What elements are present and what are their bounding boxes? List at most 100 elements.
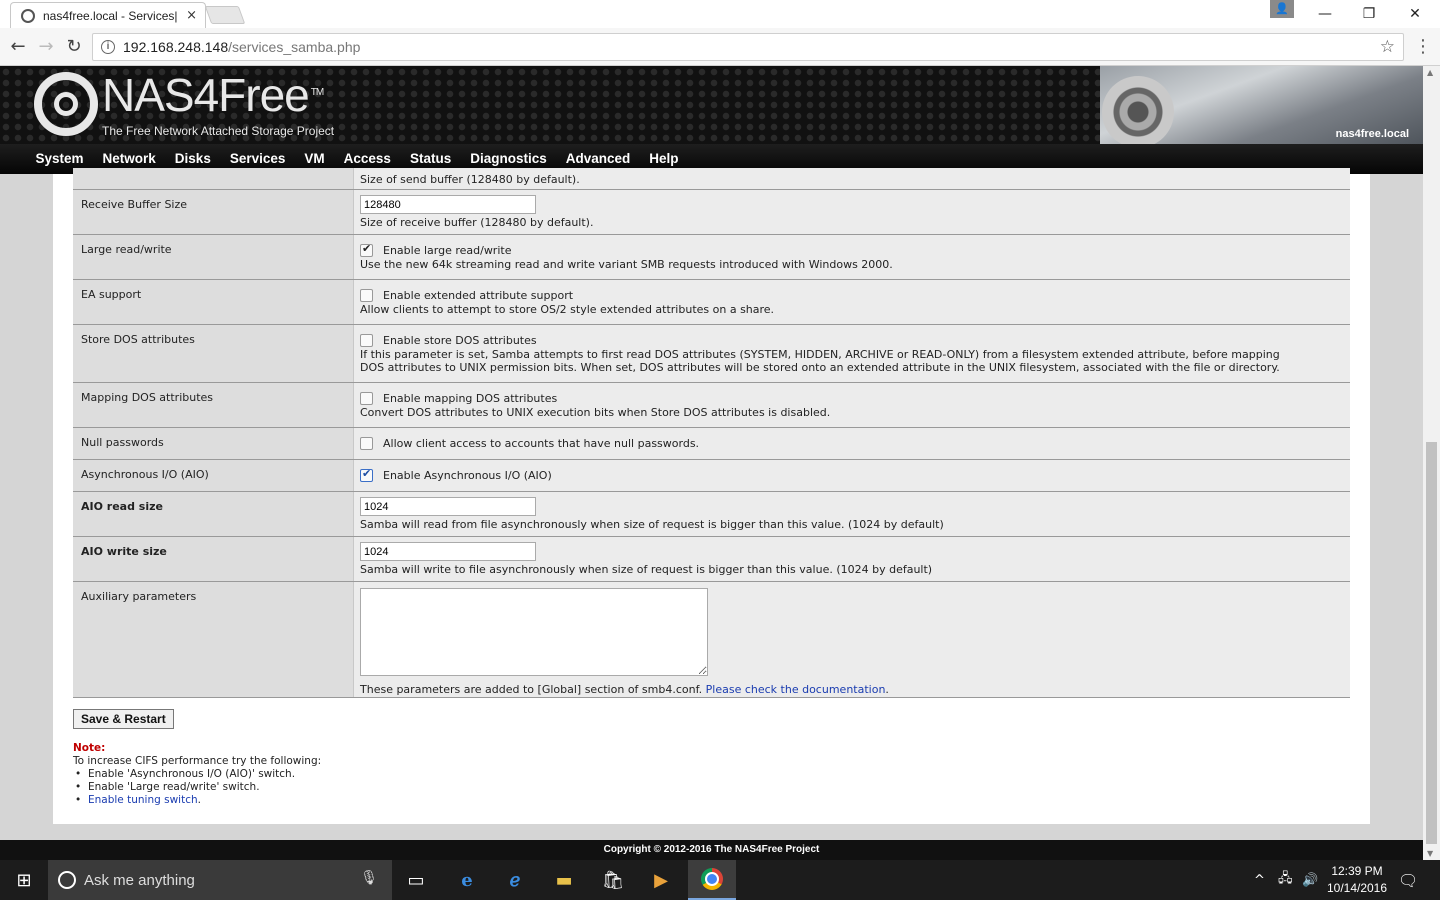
map-dos-checkbox[interactable] xyxy=(360,392,373,405)
null-pw-row: Null passwords Allow client access to ac… xyxy=(73,428,1350,460)
recv-buffer-desc: Size of receive buffer (128480 by defaul… xyxy=(360,216,594,229)
hostname-label: nas4free.local xyxy=(1335,128,1409,140)
aio-write-input[interactable] xyxy=(360,542,536,561)
aio-read-desc: Samba will read from file asynchronously… xyxy=(360,518,944,531)
screen: nas4free.local - Services| × 👤 — ❐ ✕ ← →… xyxy=(0,0,1440,900)
large-rw-row: Large read/write Enable large read/write… xyxy=(73,235,1350,280)
network-icon[interactable]: 🖧 xyxy=(1278,860,1293,900)
aio-row: Asynchronous I/O (AIO) Enable Asynchrono… xyxy=(73,460,1350,492)
store-dos-label: Store DOS attributes xyxy=(73,325,354,382)
map-dos-checkbox-label: Enable mapping DOS attributes xyxy=(383,392,558,405)
note-intro: To increase CIFS performance try the fol… xyxy=(73,755,322,767)
large-rw-label: Large read/write xyxy=(73,235,354,279)
forward-arrow-icon[interactable]: → xyxy=(35,36,57,58)
search-placeholder: Ask me anything xyxy=(84,871,195,889)
cortana-search-box[interactable]: Ask me anything 🎙 xyxy=(48,860,392,900)
tuning-switch-link[interactable]: Enable tuning switch xyxy=(88,794,198,806)
new-tab-button[interactable] xyxy=(204,6,246,24)
media-player-icon[interactable]: ▶ xyxy=(637,860,685,900)
recv-buffer-row: Receive Buffer Size Size of receive buff… xyxy=(73,190,1350,235)
edge-browser-icon[interactable]: e xyxy=(443,860,491,900)
aio-checkbox-label: Enable Asynchronous I/O (AIO) xyxy=(383,469,552,482)
taskbar-clock[interactable]: 12:39 PM 10/14/2016 xyxy=(1322,863,1392,897)
back-arrow-icon[interactable]: ← xyxy=(7,36,29,58)
file-explorer-icon[interactable]: ▬ xyxy=(540,860,588,900)
aio-write-desc: Samba will write to file asynchronously … xyxy=(360,563,933,576)
tab-title: nas4free.local - Services| xyxy=(43,8,178,23)
store-dos-desc: If this parameter is set, Samba attempts… xyxy=(360,348,1280,374)
scroll-down-icon[interactable]: ▼ xyxy=(1427,849,1433,858)
aio-label: Asynchronous I/O (AIO) xyxy=(73,460,354,491)
ea-support-row: EA support Enable extended attribute sup… xyxy=(73,280,1350,325)
aio-read-input[interactable] xyxy=(360,497,536,516)
scroll-up-icon[interactable]: ▲ xyxy=(1427,68,1433,77)
large-rw-desc: Use the new 64k streaming read and write… xyxy=(360,258,893,271)
bookmark-star-icon[interactable]: ☆ xyxy=(1380,37,1395,57)
profile-icon[interactable]: 👤 xyxy=(1270,0,1294,18)
recv-buffer-label: Receive Buffer Size xyxy=(73,190,354,234)
aux-label: Auxiliary parameters xyxy=(73,582,354,697)
volume-icon[interactable]: 🔊 xyxy=(1302,860,1318,900)
site-info-icon[interactable]: i xyxy=(101,40,115,54)
ea-support-checkbox[interactable] xyxy=(360,289,373,302)
content-panel: Size of send buffer (128480 by default).… xyxy=(53,168,1370,824)
nas4free-logo-icon xyxy=(34,72,98,136)
map-dos-desc: Convert DOS attributes to UNIX execution… xyxy=(360,406,831,419)
action-center-icon[interactable]: 🗨 xyxy=(1398,860,1418,900)
task-view-icon[interactable]: ▭ xyxy=(392,860,440,900)
null-pw-label: Null passwords xyxy=(73,428,354,459)
address-bar[interactable]: i 192.168.248.148/services_samba.php ☆ xyxy=(92,33,1404,61)
map-dos-row: Mapping DOS attributes Enable mapping DO… xyxy=(73,383,1350,428)
note-item-large-rw: Enable 'Large read/write' switch. xyxy=(73,781,321,794)
map-dos-label: Mapping DOS attributes xyxy=(73,383,354,427)
microphone-icon[interactable]: 🎙 xyxy=(360,870,378,886)
aio-write-row: AIO write size Samba will write to file … xyxy=(73,537,1350,582)
store-dos-checkbox[interactable] xyxy=(360,334,373,347)
aio-read-label: AIO read size xyxy=(73,492,354,536)
windows-start-icon[interactable]: ⊞ xyxy=(0,860,48,900)
browser-tab[interactable]: nas4free.local - Services| × xyxy=(10,2,206,28)
browser-toolbar: ← → ↻ i 192.168.248.148/services_samba.p… xyxy=(0,28,1440,66)
cortana-icon xyxy=(58,871,76,889)
site-header: NAS4Free TM The Free Network Attached Sto… xyxy=(0,66,1423,144)
aux-textarea[interactable] xyxy=(360,588,708,676)
window-close-button[interactable]: ✕ xyxy=(1392,0,1438,28)
chrome-icon[interactable] xyxy=(688,860,736,900)
ea-support-checkbox-label: Enable extended attribute support xyxy=(383,289,574,302)
aio-write-label: AIO write size xyxy=(73,537,354,581)
aio-read-row: AIO read size Samba will read from file … xyxy=(73,492,1350,537)
null-pw-checkbox-label: Allow client access to accounts that hav… xyxy=(383,437,700,450)
performance-note: Note: To increase CIFS performance try t… xyxy=(73,742,321,807)
internet-explorer-icon[interactable]: ℯ xyxy=(491,860,539,900)
browser-menu-icon[interactable]: ⋮ xyxy=(1414,36,1432,57)
aux-link-suffix: . xyxy=(885,683,889,696)
page-scrollbar[interactable]: ▲ ▼ xyxy=(1423,66,1440,860)
tray-chevron-icon[interactable]: ^ xyxy=(1254,860,1265,900)
aux-desc: These parameters are added to [Global] s… xyxy=(360,683,703,696)
store-dos-row: Store DOS attributes Enable store DOS at… xyxy=(73,325,1350,383)
large-rw-checkbox-label: Enable large read/write xyxy=(383,244,512,257)
page-viewport: NAS4Free TM The Free Network Attached Sto… xyxy=(0,66,1440,860)
recv-buffer-input[interactable] xyxy=(360,195,536,214)
reload-icon[interactable]: ↻ xyxy=(63,36,85,58)
tab-close-icon[interactable]: × xyxy=(186,8,197,23)
aio-checkbox[interactable] xyxy=(360,467,373,482)
logo-tagline: The Free Network Attached Storage Projec… xyxy=(102,124,335,138)
documentation-link[interactable]: Please check the documentation xyxy=(706,683,886,696)
note-item-tuning: Enable tuning switch. xyxy=(73,794,321,807)
scrollbar-thumb[interactable] xyxy=(1426,442,1437,844)
large-rw-checkbox[interactable] xyxy=(360,242,373,257)
minimize-button[interactable]: — xyxy=(1302,0,1348,28)
send-buffer-desc: Size of send buffer (128480 by default). xyxy=(360,173,580,186)
note-title: Note: xyxy=(73,742,106,754)
logo-text: NAS4Free TM xyxy=(102,69,324,121)
null-pw-checkbox[interactable] xyxy=(360,437,373,450)
store-icon[interactable]: 🛍 xyxy=(589,860,637,900)
note-link-suffix: . xyxy=(197,794,201,806)
ea-support-label: EA support xyxy=(73,280,354,324)
note-list: Enable 'Asynchronous I/O (AIO)' switch. … xyxy=(73,768,321,807)
maximize-button[interactable]: ❐ xyxy=(1346,0,1392,28)
store-dos-checkbox-label: Enable store DOS attributes xyxy=(383,334,537,347)
clock-date: 10/14/2016 xyxy=(1326,881,1388,895)
save-restart-button[interactable]: Save & Restart xyxy=(73,709,174,729)
